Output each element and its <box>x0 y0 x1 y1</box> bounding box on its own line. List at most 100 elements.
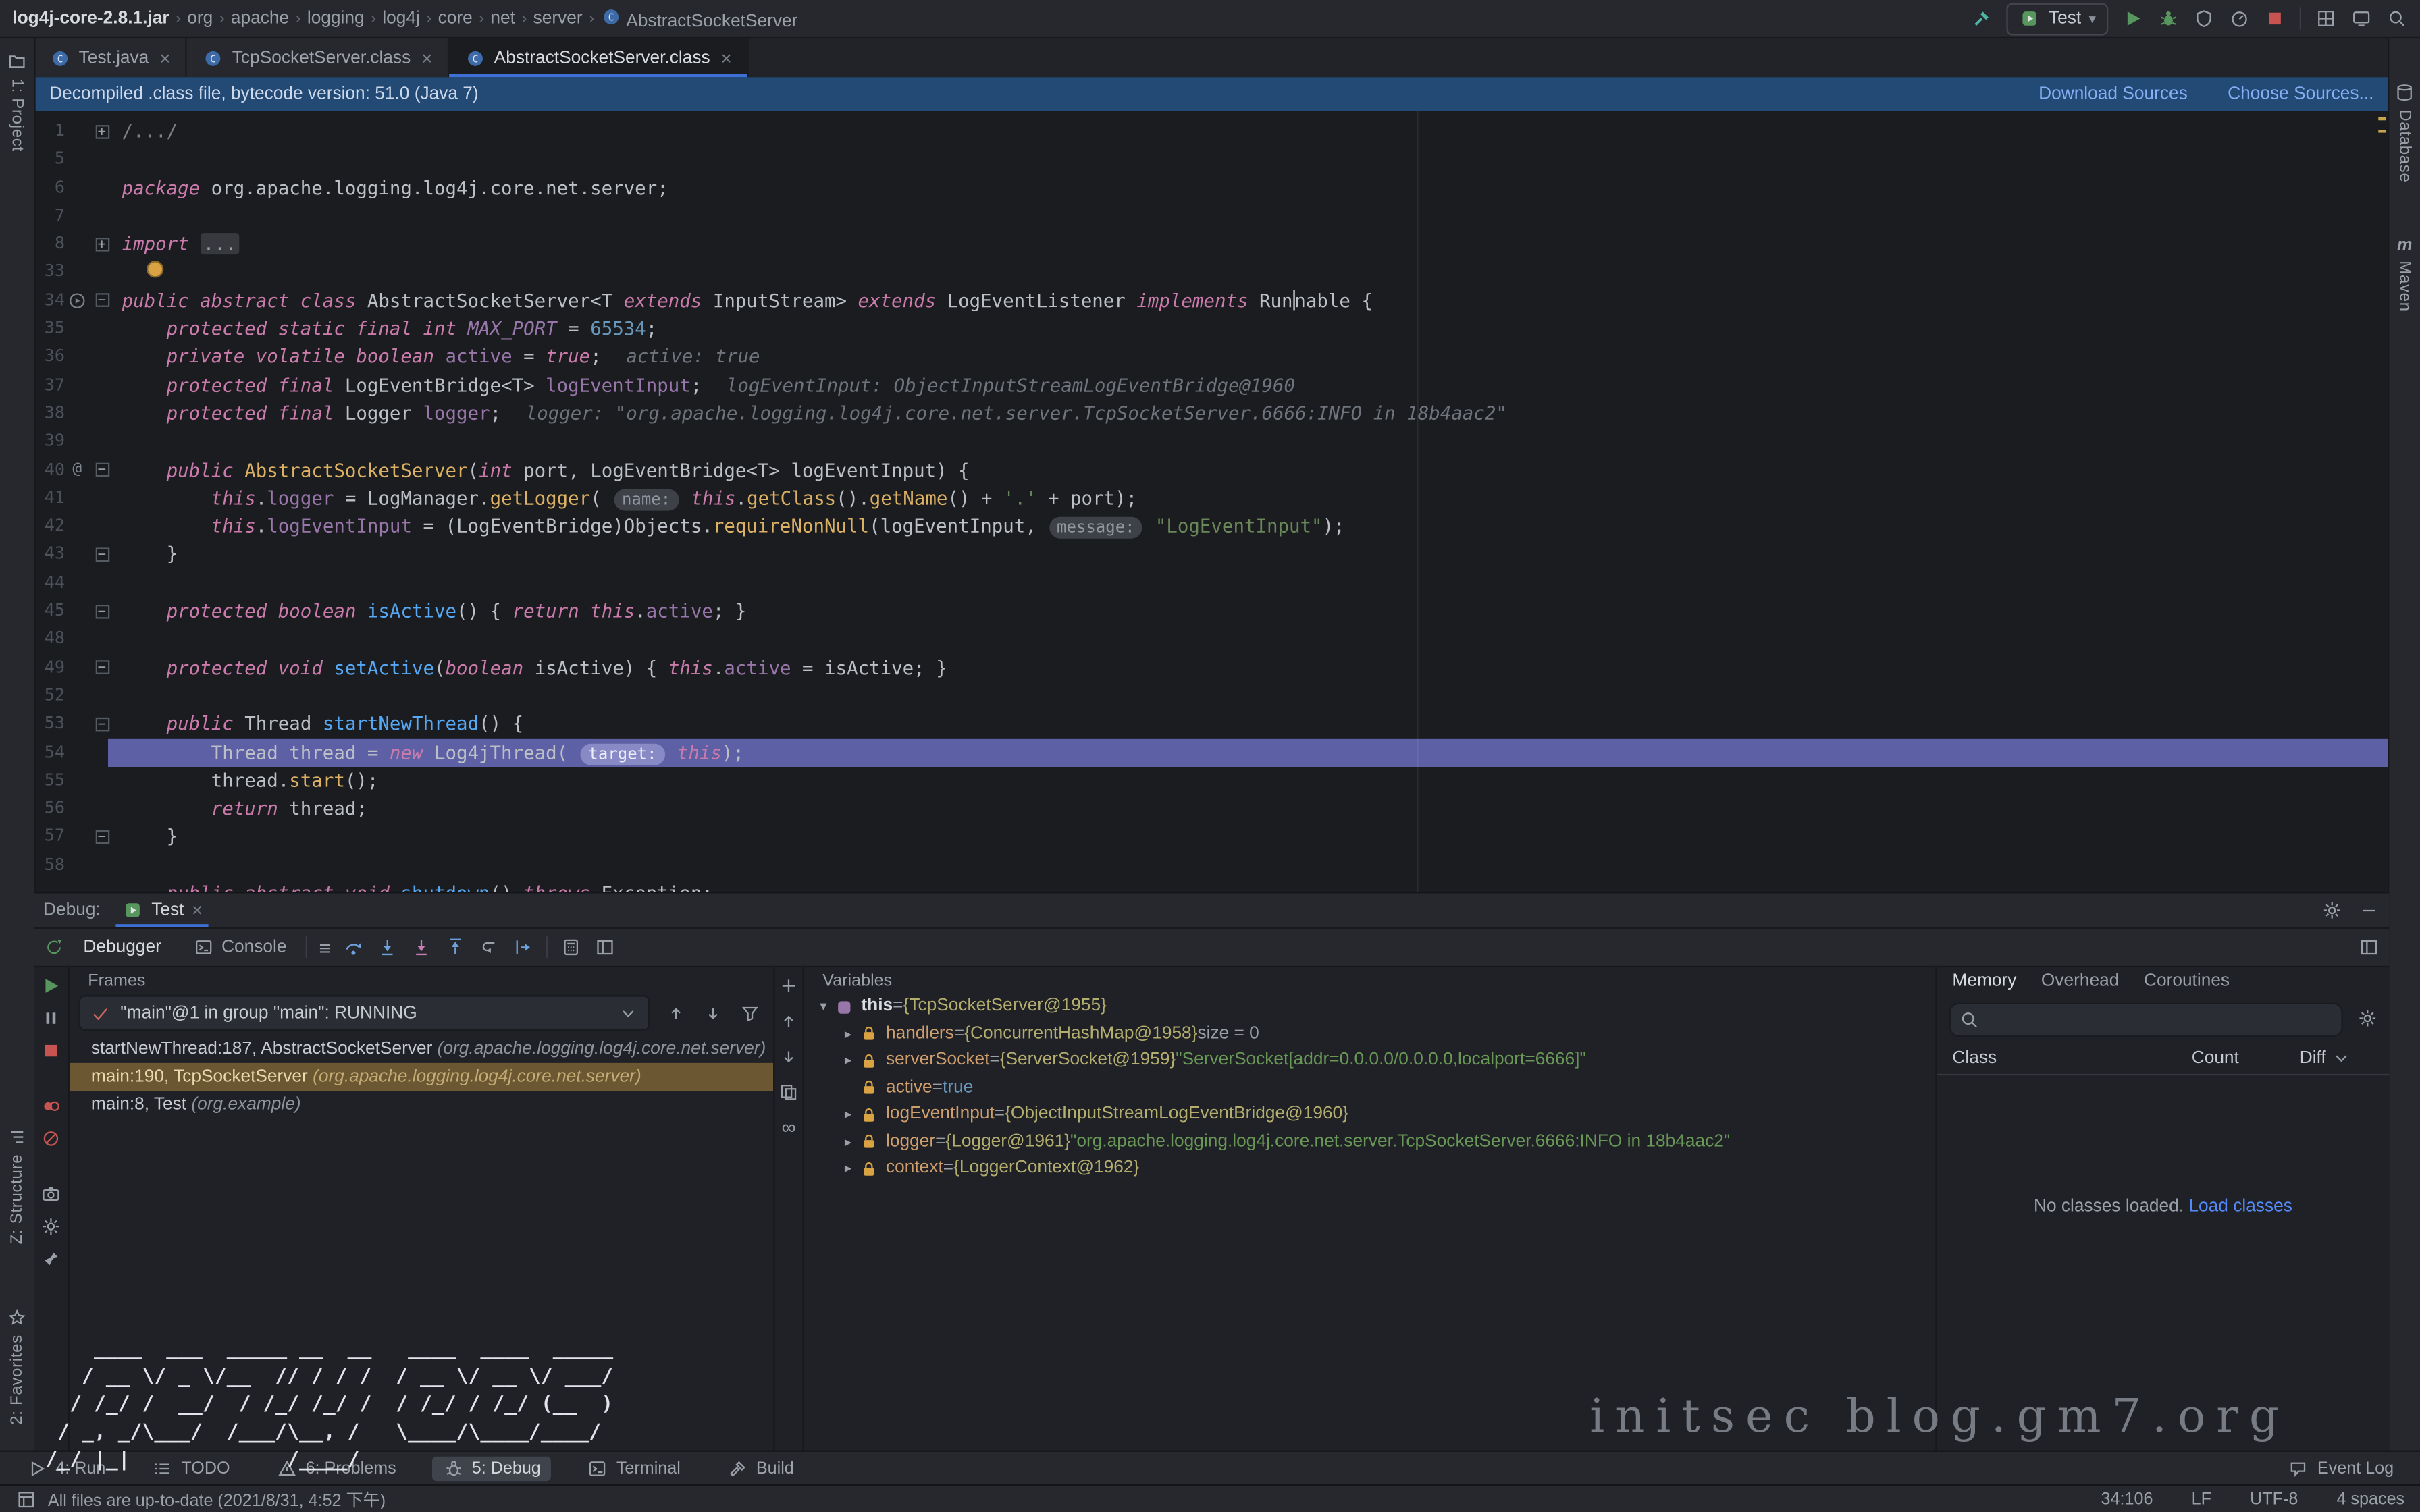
close-tab-icon[interactable]: × <box>721 47 732 69</box>
gear-icon[interactable] <box>40 1216 61 1237</box>
code-editor[interactable]: 1+/.../56package org.apache.logging.log4… <box>34 111 2389 892</box>
monitor-icon[interactable] <box>2350 7 2372 29</box>
tab-console[interactable]: Console <box>186 936 292 958</box>
force-step-into-icon[interactable] <box>411 936 433 958</box>
tab-memory[interactable]: Memory <box>1952 972 2016 990</box>
code-line[interactable]: 33 <box>34 259 2389 287</box>
fold-toggle[interactable]: − <box>95 661 109 675</box>
variable-row[interactable]: ▸logger = {Logger@1961} "org.apache.logg… <box>804 1129 1935 1156</box>
code-line[interactable]: 44 <box>34 569 2389 597</box>
stop-button[interactable] <box>40 1040 61 1062</box>
coverage-button[interactable] <box>2193 7 2215 29</box>
choose-sources-link[interactable]: Choose Sources... <box>2228 85 2373 103</box>
tree-chevron-icon[interactable]: ▸ <box>838 1129 858 1156</box>
prev-frame-icon[interactable] <box>665 1002 687 1024</box>
toolwindow-toggle-icon[interactable] <box>16 1488 37 1510</box>
fold-toggle[interactable]: − <box>95 718 109 732</box>
memory-search-field[interactable] <box>1949 1003 2343 1037</box>
code-line[interactable]: 34−public abstract class AbstractSocketS… <box>34 287 2389 315</box>
layout-settings-icon[interactable] <box>595 936 616 958</box>
column-header-class[interactable]: Class <box>1937 1049 2192 1067</box>
debug-tab-test[interactable]: Test × <box>116 893 209 927</box>
sidebar-item-maven[interactable]: m Maven <box>2389 236 2420 312</box>
code-line[interactable]: 54 Thread thread = new Log4jThread( targ… <box>34 738 2389 767</box>
fold-toggle[interactable]: − <box>95 548 109 562</box>
code-line[interactable]: 56 return thread; <box>34 794 2389 823</box>
stack-frame-row[interactable]: main:8, Test (org.example) <box>70 1091 773 1118</box>
scroll-up-icon[interactable] <box>778 1010 799 1032</box>
sidebar-item-database[interactable]: Database <box>2389 82 2420 182</box>
code-line[interactable]: 45− protected boolean isActive() { retur… <box>34 597 2389 626</box>
editor-tab[interactable]: CTcpSocketServer.class× <box>187 38 449 77</box>
load-classes-link[interactable]: Load classes <box>2188 1197 2292 1216</box>
tab-debugger[interactable]: Debugger <box>77 938 167 956</box>
debug-button[interactable] <box>2157 7 2179 29</box>
code-line[interactable]: 35 protected static final int MAX_PORT =… <box>34 315 2389 343</box>
breadcrumb-item[interactable]: log4j-core-2.8.1.jar <box>12 9 169 28</box>
toolwindow-button-build[interactable]: Build <box>716 1456 804 1481</box>
code-line[interactable]: 36 private volatile boolean active = tru… <box>34 343 2389 371</box>
code-line[interactable]: 42 this.logEventInput = (LogEventBridge)… <box>34 512 2389 541</box>
new-watch-icon[interactable] <box>778 975 799 997</box>
breadcrumb-item[interactable]: logging <box>307 9 365 28</box>
build-hammer-icon[interactable] <box>1972 7 1993 29</box>
toolwindow-button-todo[interactable]: TODO <box>141 1456 241 1481</box>
more-menu-icon[interactable]: ≡ <box>319 938 330 958</box>
code-line[interactable]: 40@− public AbstractSocketServer(int por… <box>34 456 2389 485</box>
variable-row[interactable]: ▸serverSocket = {ServerSocket@1959} "Ser… <box>804 1048 1935 1075</box>
code-line[interactable]: 58 <box>34 851 2389 880</box>
pause-button[interactable] <box>40 1008 61 1029</box>
variable-row[interactable]: ▸handlers = {ConcurrentHashMap@1958} siz… <box>804 1021 1935 1048</box>
fold-toggle[interactable]: − <box>95 463 109 477</box>
run-config-select[interactable]: Test ▾ <box>2007 2 2108 34</box>
editor-tab[interactable]: CAbstractSocketServer.class× <box>449 38 748 77</box>
sidebar-item-structure[interactable]: Z: Structure <box>0 1127 34 1245</box>
variable-row[interactable]: active = true <box>804 1075 1935 1102</box>
code-line[interactable]: 37 protected final LogEventBridge<T> log… <box>34 371 2389 400</box>
code-line[interactable]: 49− protected void setActive(boolean isA… <box>34 653 2389 682</box>
thread-dump-icon[interactable] <box>40 1183 61 1205</box>
code-line[interactable]: 52 <box>34 682 2389 710</box>
toolwindow-button-terminal[interactable]: Terminal <box>576 1456 691 1481</box>
drop-frame-icon[interactable] <box>479 936 500 958</box>
code-line[interactable]: 41 this.logger = LogManager.getLogger( n… <box>34 484 2389 512</box>
step-out-icon[interactable] <box>445 936 467 958</box>
column-header-diff[interactable]: Diff <box>2300 1048 2390 1069</box>
breadcrumb-item[interactable]: server <box>533 9 583 28</box>
stack-frame-row[interactable]: startNewThread:187, AbstractSocketServer… <box>70 1035 773 1063</box>
scroll-down-icon[interactable] <box>778 1046 799 1068</box>
close-tab-icon[interactable]: × <box>421 47 432 69</box>
copy-icon[interactable] <box>778 1081 799 1103</box>
fold-toggle[interactable]: − <box>95 294 109 308</box>
thread-select[interactable]: "main"@1 in group "main": RUNNING <box>79 995 650 1031</box>
infinity-watch-icon[interactable]: ∞ <box>781 1117 795 1137</box>
mute-breakpoints-icon[interactable] <box>40 1128 61 1150</box>
run-to-cursor-icon[interactable] <box>513 936 535 958</box>
file-encoding[interactable]: UTF-8 <box>2250 1490 2298 1508</box>
caret-position[interactable]: 34:106 <box>2101 1490 2153 1508</box>
code-line[interactable]: 53− public Thread startNewThread() { <box>34 710 2389 738</box>
gear-icon[interactable] <box>2357 1008 2378 1029</box>
intention-bulb-icon[interactable] <box>147 261 163 278</box>
tab-coroutines[interactable]: Coroutines <box>2144 972 2230 990</box>
sidebar-item-favorites[interactable]: 2: Favorites <box>0 1307 34 1425</box>
search-everywhere-icon[interactable] <box>2386 7 2408 29</box>
step-over-icon[interactable] <box>343 936 365 958</box>
fold-toggle[interactable]: − <box>95 830 109 844</box>
toolwindow-button--run[interactable]: 4: Run <box>16 1456 117 1481</box>
stop-button[interactable] <box>2264 7 2286 29</box>
step-into-icon[interactable] <box>377 936 398 958</box>
close-icon[interactable]: × <box>192 900 203 921</box>
code-line[interactable]: 7 <box>34 202 2389 230</box>
breadcrumb-item[interactable]: apache <box>231 9 289 28</box>
download-sources-link[interactable]: Download Sources <box>2038 85 2188 103</box>
toolwindow-button--debug[interactable]: 5: Debug <box>431 1456 551 1481</box>
editor-tab[interactable]: CTest.java× <box>34 38 187 77</box>
next-frame-icon[interactable] <box>702 1002 724 1024</box>
view-breakpoints-icon[interactable] <box>40 1096 61 1117</box>
resume-button[interactable] <box>40 975 61 997</box>
variable-row[interactable]: ▸logEventInput = {ObjectInputStreamLogEv… <box>804 1102 1935 1129</box>
toolwindows-grid-icon[interactable] <box>2315 7 2337 29</box>
code-line[interactable]: 55 thread.start(); <box>34 767 2389 795</box>
code-line[interactable]: 43− } <box>34 541 2389 569</box>
